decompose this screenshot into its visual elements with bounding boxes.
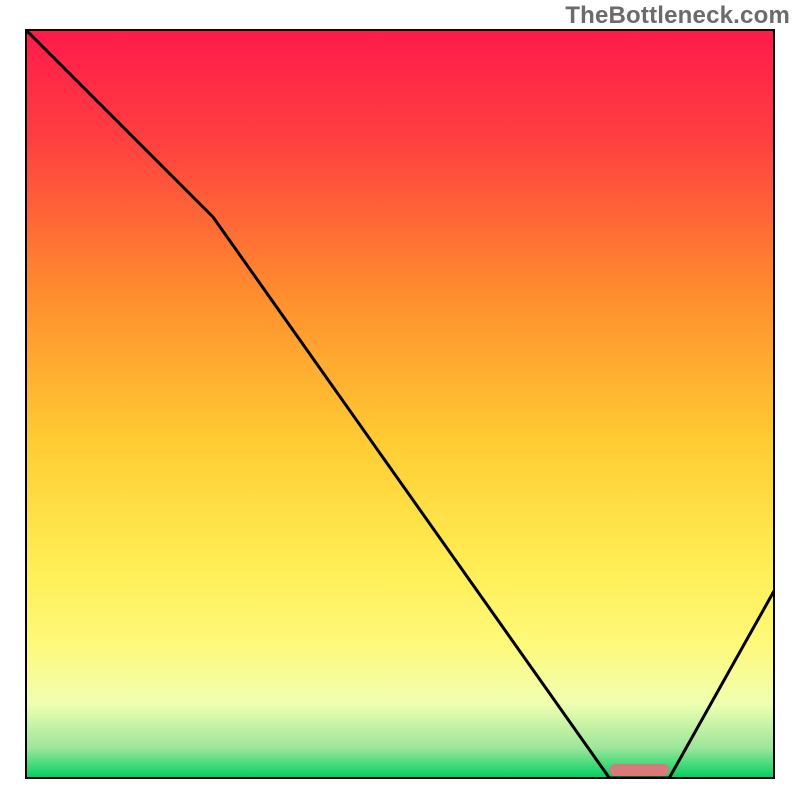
watermark-text: TheBottleneck.com xyxy=(565,2,790,30)
chart-svg xyxy=(0,0,800,800)
chart-container: { "watermark": "TheBottleneck.com", "cha… xyxy=(0,0,800,800)
optimal-range-marker xyxy=(609,764,669,776)
